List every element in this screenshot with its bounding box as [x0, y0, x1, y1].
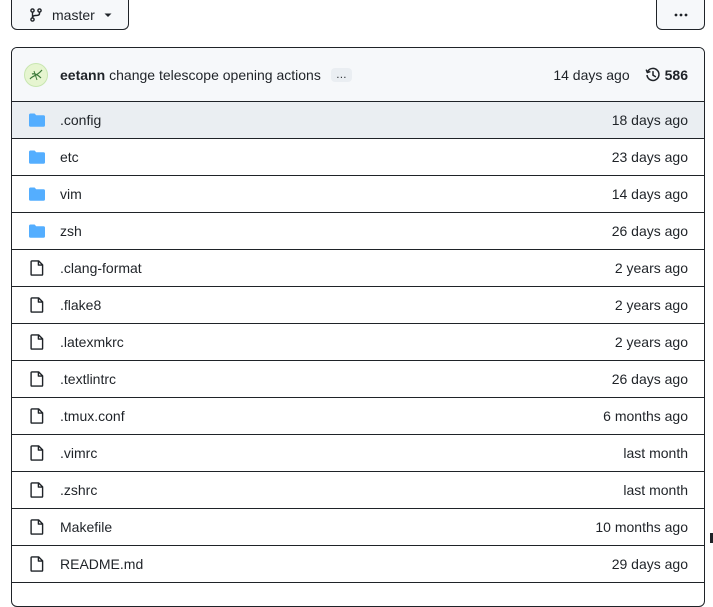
file-icon: [29, 297, 45, 313]
file-icon: [29, 260, 45, 276]
file-name-link[interactable]: etc: [60, 149, 79, 165]
file-icon: [29, 519, 45, 535]
file-row[interactable]: .clang-format 2 years ago: [12, 250, 704, 287]
file-commit-time: 26 days ago: [611, 371, 688, 387]
file-commit-time: 2 years ago: [614, 297, 688, 313]
file-name-link[interactable]: README.md: [60, 556, 143, 572]
folder-icon: [29, 112, 45, 128]
file-icon: [29, 408, 45, 424]
more-options-button[interactable]: [656, 0, 705, 30]
file-commit-time: 23 days ago: [611, 149, 688, 165]
latest-commit-bar: eetann change telescope opening actions …: [12, 48, 704, 102]
file-icon: [29, 334, 45, 350]
file-rows: .config 18 days ago etc 23 days ago vim 14 da…: [12, 102, 704, 583]
file-name-link[interactable]: .flake8: [60, 297, 101, 313]
history-icon: [645, 67, 660, 81]
file-row[interactable]: .vimrc last month: [12, 435, 704, 472]
commit-author[interactable]: eetann: [60, 67, 105, 83]
file-row[interactable]: Makefile 10 months ago: [12, 509, 704, 546]
commit-history-link[interactable]: 586: [645, 67, 688, 83]
expand-commit-button[interactable]: …: [330, 67, 352, 82]
file-row[interactable]: .textlintrc 26 days ago: [12, 361, 704, 398]
file-name-link[interactable]: zsh: [60, 223, 82, 239]
file-commit-time: 18 days ago: [611, 112, 688, 128]
folder-icon: [29, 149, 45, 165]
file-row[interactable]: .flake8 2 years ago: [12, 287, 704, 324]
file-commit-time: 2 years ago: [614, 334, 688, 350]
file-commit-time: 26 days ago: [611, 223, 688, 239]
file-list-box: eetann change telescope opening actions …: [11, 47, 705, 607]
git-branch-icon: [30, 7, 42, 22]
file-row[interactable]: etc 23 days ago: [12, 139, 704, 176]
file-name-link[interactable]: .latexmkrc: [60, 334, 124, 350]
avatar-icon: [29, 69, 43, 80]
branch-select-button[interactable]: master: [11, 0, 129, 30]
file-row[interactable]: .tmux.conf 6 months ago: [12, 398, 704, 435]
commit-time: 14 days ago: [553, 66, 630, 83]
file-row[interactable]: zsh 26 days ago: [12, 213, 704, 250]
caret-down-icon: [104, 13, 112, 17]
file-commit-time: 2 years ago: [614, 260, 688, 276]
file-name-link[interactable]: .config: [60, 112, 101, 128]
file-icon: [29, 445, 45, 461]
file-icon: [29, 556, 45, 572]
avatar[interactable]: [24, 62, 48, 87]
file-row[interactable]: .zshrc last month: [12, 472, 704, 509]
commit-message[interactable]: change telescope opening actions: [109, 67, 321, 83]
file-row[interactable]: vim 14 days ago: [12, 176, 704, 213]
file-commit-time: 6 months ago: [603, 408, 688, 424]
file-commit-time: 14 days ago: [611, 186, 688, 202]
file-name-link[interactable]: vim: [60, 186, 82, 202]
branch-name: master: [52, 6, 95, 23]
file-commit-time: 29 days ago: [611, 556, 688, 572]
file-name-link[interactable]: .zshrc: [60, 482, 97, 498]
file-row[interactable]: .latexmkrc 2 years ago: [12, 324, 704, 361]
file-name-link[interactable]: Makefile: [60, 519, 112, 535]
commit-count: 586: [664, 66, 688, 83]
file-name-link[interactable]: .vimrc: [60, 445, 97, 461]
file-name-link[interactable]: .textlintrc: [60, 371, 116, 387]
file-icon: [29, 482, 45, 498]
file-name-link[interactable]: .clang-format: [60, 260, 142, 276]
file-name-link[interactable]: .tmux.conf: [60, 408, 125, 424]
file-icon: [29, 371, 45, 387]
kebab-horizontal-icon: [674, 13, 687, 16]
file-commit-time: last month: [623, 445, 688, 461]
folder-icon: [29, 186, 45, 202]
file-commit-time: last month: [623, 482, 688, 498]
file-commit-time: 10 months ago: [595, 519, 688, 535]
file-row[interactable]: .config 18 days ago: [12, 102, 704, 139]
folder-icon: [29, 223, 45, 239]
